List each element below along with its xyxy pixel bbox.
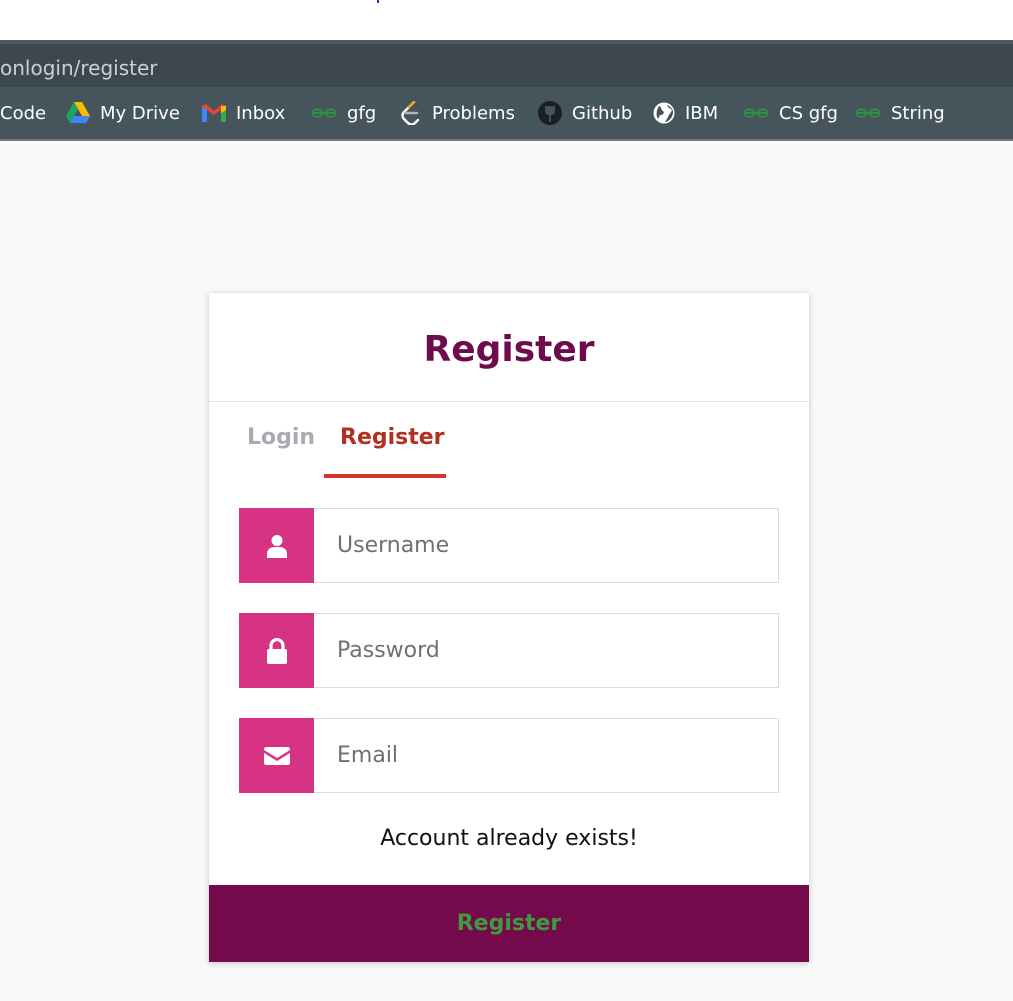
bookmark-inbox[interactable]: Inbox (202, 87, 285, 139)
email-input[interactable] (314, 718, 779, 793)
username-icon-box (239, 508, 314, 583)
tab-register[interactable]: Register (340, 425, 445, 450)
gfg-icon (856, 108, 880, 118)
bookmark-my-drive[interactable]: My Drive (66, 87, 180, 139)
bookmarks-bar: Code My Drive Inbox gfg Problems Github … (0, 87, 1013, 141)
gmail-icon (202, 104, 226, 122)
register-button[interactable]: Register (209, 885, 809, 962)
bookmark-gfg[interactable]: gfg (311, 87, 376, 139)
bookmark-label: IBM (685, 102, 719, 124)
leetcode-icon (401, 101, 420, 125)
active-tab-indicator (324, 474, 446, 478)
github-icon (538, 101, 562, 125)
email-icon-box (239, 718, 314, 793)
bookmark-label: My Drive (100, 102, 180, 124)
bookmark-code[interactable]: Code (0, 87, 46, 139)
bookmark-label: gfg (347, 102, 377, 124)
page-top-strip (0, 0, 1013, 40)
bookmark-label: Inbox (236, 102, 286, 124)
email-field-group (239, 718, 779, 793)
envelope-icon (263, 746, 290, 765)
url-text[interactable]: onlogin/register (0, 56, 158, 80)
user-icon (266, 534, 287, 558)
bookmark-label: CS gfg (779, 102, 838, 124)
google-drive-icon (66, 102, 90, 123)
username-field-group (239, 508, 779, 583)
bookmark-string[interactable]: String (855, 87, 945, 139)
gfg-icon (744, 108, 768, 118)
bookmark-label: Github (572, 102, 633, 124)
password-field-group (239, 613, 779, 688)
tab-login[interactable]: Login (247, 425, 315, 450)
text-cursor (377, 0, 379, 3)
bookmark-github[interactable]: Github (538, 87, 632, 139)
bookmark-label: String (891, 102, 945, 124)
card-header: Register (209, 293, 809, 402)
status-message: Account already exists! (380, 826, 638, 851)
username-input[interactable] (314, 508, 779, 583)
gfg-icon (312, 108, 336, 118)
bookmark-cs-gfg[interactable]: CS gfg (743, 87, 838, 139)
bookmark-problems[interactable]: Problems (400, 87, 515, 139)
password-icon-box (239, 613, 314, 688)
card-title: Register (423, 328, 595, 370)
register-card: Register Login Register Username Email A… (209, 293, 809, 962)
lock-icon (266, 637, 287, 664)
bookmark-label: Problems (432, 102, 515, 124)
bookmark-label: Code (0, 102, 47, 124)
globe-icon (653, 102, 675, 124)
address-bar[interactable]: onlogin/register (0, 40, 1013, 87)
bookmark-ibm[interactable]: IBM (653, 87, 718, 139)
password-input[interactable] (314, 613, 779, 688)
